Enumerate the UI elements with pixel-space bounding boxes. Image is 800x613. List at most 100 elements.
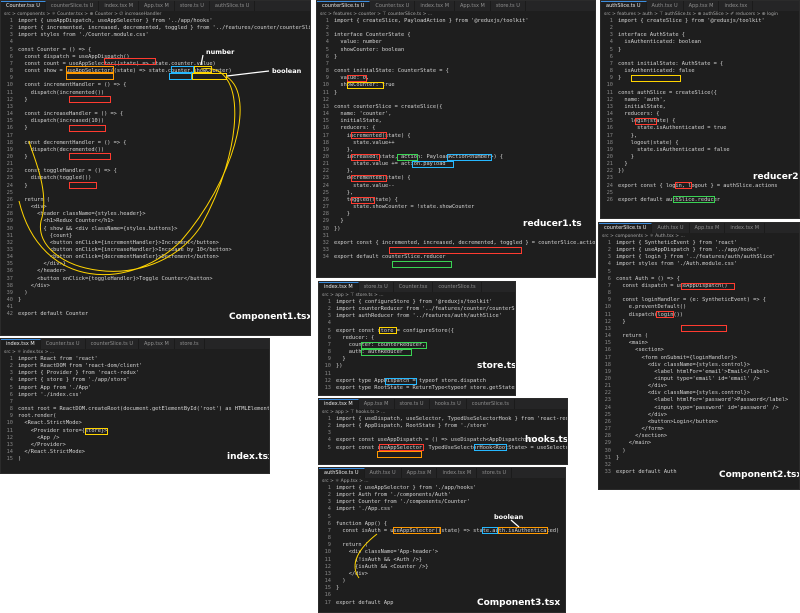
line-text: import { configureStore } from '@reduxjs… xyxy=(336,299,493,305)
line-text: root.render( xyxy=(18,413,57,420)
line-text: const dispatch = useAppDispatch() xyxy=(616,282,728,289)
tab[interactable]: counterSlice.ts U xyxy=(599,223,653,233)
tab[interactable]: counterSlice.ts xyxy=(433,282,482,292)
tab[interactable]: App.tsx M xyxy=(684,1,720,11)
tab[interactable]: store.ts xyxy=(175,339,205,349)
line-number: 1 xyxy=(327,416,331,422)
code-area[interactable]: 1 import { useDispatch, useSelector, Type… xyxy=(319,416,567,452)
tab-bar: index.tsx Mstore.ts U Counter.tsx counterS… xyxy=(319,282,515,292)
tab[interactable]: Counter.tsx U xyxy=(41,339,86,349)
line-text: isAuthenticated: false xyxy=(618,68,695,75)
tab[interactable]: index.tsx M xyxy=(319,282,359,292)
line-number: 14 xyxy=(604,333,611,340)
line-text: } xyxy=(618,161,628,168)
connector-arrows xyxy=(18,54,270,276)
code-line: 9} xyxy=(601,75,799,82)
line-number: 20 xyxy=(322,153,329,160)
tab[interactable]: Auth.tsx U xyxy=(652,223,690,233)
highlight-box xyxy=(377,451,422,458)
line-number: 15 xyxy=(604,340,611,347)
line-number: 33 xyxy=(604,469,611,475)
code-area[interactable]: 1 import { SyntheticEvent } from 'react' 2… xyxy=(599,240,799,476)
panel-title: reducer2.ts xyxy=(753,172,799,182)
code-line: 11 dispatch(login()) xyxy=(599,312,799,319)
line-text: const root = ReactDOM.createRoot(documen… xyxy=(18,406,270,413)
line-text: import { AppDispatch, RootState } from '… xyxy=(336,423,490,430)
line-text: import styles from './Auth.module.css' xyxy=(616,261,738,268)
code-line: 11 <Provider store={store}> xyxy=(1,428,269,435)
line-text: export default counterSlice.reducer xyxy=(334,254,446,261)
breadcrumb: src > features > counter > ⊤ counterSlic… xyxy=(320,12,433,17)
code-line: 21 } xyxy=(601,161,799,168)
line-number: 22 xyxy=(606,168,613,175)
tab[interactable]: store.ts U xyxy=(359,282,394,292)
connector-arrows xyxy=(354,519,520,579)
code-line: 24 state.value-- xyxy=(317,183,595,190)
line-number: 18 xyxy=(322,139,329,146)
code-line: 3 import authReducer from '../features/au… xyxy=(319,313,515,320)
line-text: const initialState: CounterState = { xyxy=(334,68,449,75)
code-line: 11 const authSlice = createSlice({ xyxy=(601,90,799,97)
code-line: 27 state.showCounter = !state.showCounte… xyxy=(317,204,595,211)
tab[interactable]: Auth.tsx U xyxy=(647,1,684,11)
line-number: 6 xyxy=(327,334,331,341)
code-line: 22 <div className={styles.control}> xyxy=(599,390,799,397)
line-number: 6 xyxy=(609,53,613,60)
line-text: }, xyxy=(334,146,354,153)
tab[interactable]: store.ts U xyxy=(395,399,430,409)
line-number: 20 xyxy=(606,153,613,160)
tab[interactable]: authSlice.ts U xyxy=(601,1,647,11)
tab[interactable]: index.tsx M xyxy=(725,223,766,233)
line-text: export const useAppSelector: TypedUseSel… xyxy=(336,444,568,451)
line-text: </div> xyxy=(616,383,668,390)
line-number: 11 xyxy=(324,370,331,377)
line-text: </React.StrictMode> xyxy=(18,449,85,456)
tab[interactable]: index.tsx M xyxy=(415,1,456,11)
line-text: <section> xyxy=(616,347,664,354)
line-text: const initialState: AuthState = { xyxy=(618,60,724,67)
tab[interactable]: counterSlice.ts U xyxy=(86,339,140,349)
tab[interactable]: index.tsx M xyxy=(1,339,41,349)
tab[interactable]: App.tsx M xyxy=(359,399,395,409)
code-area[interactable]: 1 import { configureStore } from '@reduxj… xyxy=(319,299,515,392)
line-text: }) xyxy=(334,225,341,232)
tab[interactable]: Counter.tsx xyxy=(394,282,434,292)
line-number: 1 xyxy=(609,18,613,24)
tab[interactable]: App.tsx M xyxy=(139,339,175,349)
code-area[interactable]: 1 import React from 'react' 2 import ReactD… xyxy=(1,356,269,463)
line-text: <label htmlFor='email'>Email</label> xyxy=(616,368,770,375)
line-number: 16 xyxy=(604,347,611,354)
tab[interactable]: index.tsx M xyxy=(319,399,359,409)
tab[interactable]: App.tsx M xyxy=(690,223,726,233)
line-text: <main> xyxy=(616,340,648,347)
code-line: 2 xyxy=(601,25,799,32)
code-line: 3 interface AuthState { xyxy=(601,32,799,39)
line-number: 1 xyxy=(325,18,329,24)
code-line: 28 } xyxy=(317,211,595,218)
line-text: const authSlice = createSlice({ xyxy=(618,89,717,96)
line-text: return ( xyxy=(616,333,648,340)
line-text: export type RootState = ReturnType<typeo… xyxy=(336,384,516,391)
line-number: 15 xyxy=(322,118,329,125)
line-text: const counterSlice = createSlice({ xyxy=(334,103,443,110)
line-number: 13 xyxy=(606,103,613,110)
tab[interactable]: App.tsx M xyxy=(455,1,491,11)
code-line: 23 decremented(state) { xyxy=(317,175,595,182)
line-number: 10 xyxy=(604,304,611,311)
line-text: <Provider store={store}> xyxy=(18,427,108,434)
line-number: 25 xyxy=(606,189,613,196)
line-number: 2 xyxy=(9,363,13,370)
line-number: 10 xyxy=(324,363,331,370)
tab[interactable]: Counter.tsx U xyxy=(370,1,416,11)
line-text: logout(state) { xyxy=(618,139,679,146)
tab[interactable]: index.tsx xyxy=(719,1,754,11)
line-number: 12 xyxy=(324,377,331,384)
line-text: const Auth = () => { xyxy=(616,275,680,282)
tab[interactable]: store.ts U xyxy=(491,1,526,11)
line-text: initialState, xyxy=(618,103,666,110)
tab[interactable]: hooks.ts U xyxy=(430,399,467,409)
line-number: 4 xyxy=(327,320,331,327)
tab[interactable]: counterSlice.ts U xyxy=(317,1,371,11)
code-line: 9 root.render( xyxy=(1,413,269,420)
tab[interactable]: counterSlice.ts xyxy=(467,399,515,409)
